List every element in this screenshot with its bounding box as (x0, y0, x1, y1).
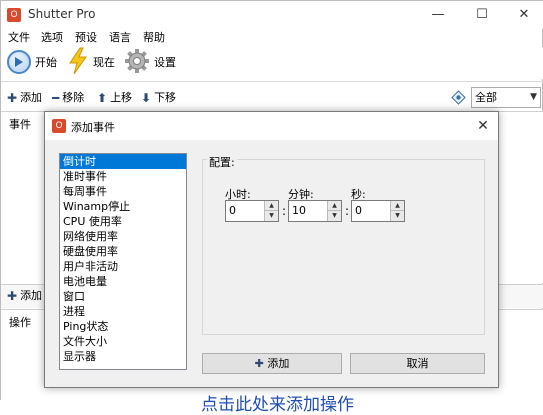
minutes-seconds-separator: : (345, 204, 350, 218)
config-label: 配置: (207, 154, 237, 170)
settings-label: 设置 (154, 56, 176, 69)
dialog-title-bar: O 添加事件 ✕ (45, 112, 498, 140)
toolbar-divider (1, 81, 543, 82)
event-type-list[interactable]: 倒计时 准时事件 每周事件 Winamp停止 CPU 使用率 网络使用率 硬盘使用率 用户非活… (59, 153, 187, 370)
event-type-item[interactable]: 窗口 (60, 289, 186, 304)
event-type-item[interactable]: Ping状态 (60, 319, 186, 334)
settings-button[interactable]: 设置 (124, 47, 176, 77)
menu-presets[interactable]: 预设 (75, 29, 97, 47)
arrow-up-icon: ⬆ (97, 91, 108, 105)
minutes-spinner[interactable]: 10 ▲ ▼ (288, 200, 342, 222)
play-icon (7, 50, 31, 74)
event-type-item[interactable]: 准时事件 (60, 169, 186, 184)
minutes-down-arrow-icon[interactable]: ▼ (328, 211, 341, 221)
seconds-up-arrow-icon[interactable]: ▲ (391, 201, 404, 211)
event-type-item[interactable]: Winamp停止 (60, 199, 186, 214)
event-actions-bar: ✚ 添加 ━ 移除 ⬆ 上移 ⬇ 下移 (1, 87, 543, 109)
menu-options[interactable]: 选项 (41, 29, 63, 47)
app-title: Shutter Pro (28, 7, 96, 21)
move-up-button[interactable]: ⬆ 上移 (97, 87, 132, 109)
add-event-dialog: O 添加事件 ✕ 倒计时 准时事件 每周事件 Winamp停止 CPU 使用率 网络使用率… (44, 111, 499, 388)
dialog-title: 添加事件 (71, 121, 115, 134)
plus-icon: ✚ (7, 289, 18, 303)
seconds-spinner[interactable]: 0 ▲ ▼ (351, 200, 405, 222)
add-event-button[interactable]: ✚ 添加 (7, 87, 42, 109)
dialog-add-label: 添加 (267, 357, 290, 370)
filter-selected: 全部 (475, 91, 497, 104)
plus-icon: ✚ (254, 357, 264, 370)
event-type-item[interactable]: 硬盘使用率 (60, 244, 186, 259)
minutes-up-arrow-icon[interactable]: ▲ (328, 201, 341, 211)
event-type-item[interactable]: 用户非活动 (60, 259, 186, 274)
remove-event-button[interactable]: ━ 移除 (52, 87, 84, 109)
add-action-label: 添加 (20, 289, 43, 302)
diamond-filter-icon[interactable] (451, 90, 466, 108)
hours-spinner[interactable]: 0 ▲ ▼ (225, 200, 279, 222)
event-type-item[interactable]: 显示器 (60, 349, 186, 364)
move-down-label: 下移 (154, 91, 177, 104)
chevron-down-icon: ▼ (530, 92, 537, 102)
event-type-item[interactable]: 电池电量 (60, 274, 186, 289)
close-button[interactable]: ✕ (505, 1, 543, 29)
hours-minutes-separator: : (282, 204, 287, 218)
event-type-item[interactable]: 网络使用率 (60, 229, 186, 244)
minus-icon: ━ (52, 91, 60, 105)
remove-event-label: 移除 (62, 91, 85, 104)
menu-file[interactable]: 文件 (8, 29, 30, 47)
maximize-button[interactable]: ☐ (463, 1, 501, 29)
filter-dropdown[interactable]: 全部 ▼ (471, 87, 541, 108)
hours-value: 0 (229, 204, 236, 217)
minimize-button[interactable]: — (419, 1, 457, 29)
move-down-button[interactable]: ⬇ 下移 (141, 87, 176, 109)
event-type-item[interactable]: 倒计时 (60, 154, 186, 169)
move-up-label: 上移 (110, 91, 133, 104)
gear-icon (124, 48, 150, 77)
event-type-item[interactable]: 文件大小 (60, 334, 186, 349)
hours-up-arrow-icon[interactable]: ▲ (265, 201, 278, 211)
arrow-down-icon: ⬇ (141, 91, 152, 105)
menu-bar: 文件 选项 预设 语言 帮助 (1, 29, 543, 47)
dialog-add-button[interactable]: ✚ 添加 (202, 353, 342, 374)
seconds-down-arrow-icon[interactable]: ▼ (391, 211, 404, 221)
dialog-app-icon: O (52, 119, 66, 133)
seconds-value: 0 (355, 204, 362, 217)
event-type-item[interactable]: CPU 使用率 (60, 214, 186, 229)
now-label: 现在 (93, 56, 115, 69)
hours-down-arrow-icon[interactable]: ▼ (265, 211, 278, 221)
add-event-label: 添加 (20, 91, 43, 104)
lightning-icon (67, 47, 89, 78)
plus-icon: ✚ (7, 91, 18, 105)
event-type-item[interactable]: 每周事件 (60, 184, 186, 199)
minutes-value: 10 (292, 204, 306, 217)
menu-language[interactable]: 语言 (109, 29, 131, 47)
app-icon: O (7, 8, 21, 22)
event-type-item[interactable]: 进程 (60, 304, 186, 319)
dialog-cancel-button[interactable]: 取消 (350, 353, 485, 374)
start-button[interactable]: 开始 (7, 47, 57, 77)
now-button[interactable]: 现在 (67, 47, 115, 77)
menu-help[interactable]: 帮助 (143, 29, 165, 47)
actions-header: 操作 (9, 316, 31, 329)
title-bar: O Shutter Pro — ☐ ✕ (1, 1, 543, 29)
dialog-close-button[interactable]: ✕ (472, 115, 494, 137)
events-header: 事件 (9, 118, 31, 131)
toolbar: 开始 现在 设置 (1, 47, 543, 79)
start-label: 开始 (35, 56, 57, 69)
add-action-hint-link[interactable]: 点击此处来添加操作 (201, 390, 354, 415)
add-action-button[interactable]: ✚ 添加 (7, 285, 42, 307)
